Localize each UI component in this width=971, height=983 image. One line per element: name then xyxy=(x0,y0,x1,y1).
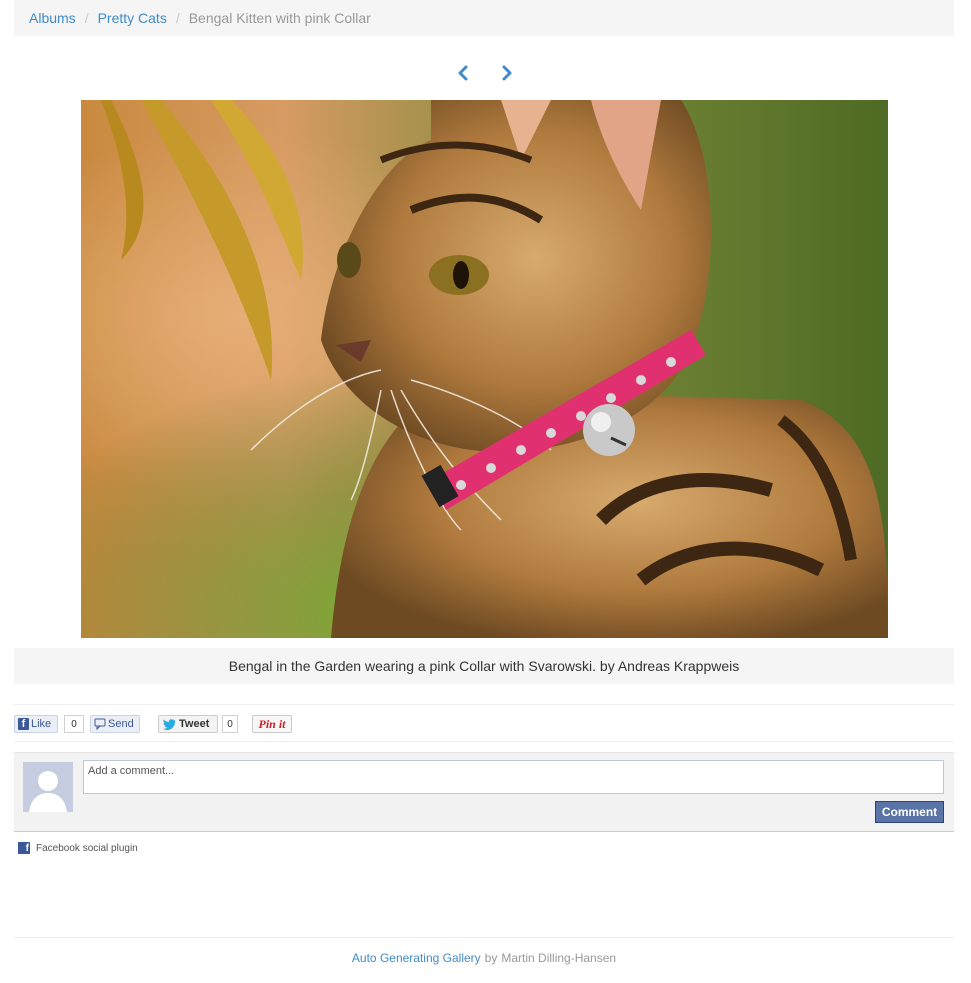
speech-bubble-icon xyxy=(94,718,106,730)
footer-author: Martin Dilling-Hansen xyxy=(501,951,617,965)
breadcrumb-separator: / xyxy=(175,10,180,26)
facebook-social-plugin: f Facebook social plugin xyxy=(18,840,138,856)
caption-text: Bengal in the Garden wearing a pink Coll… xyxy=(228,658,740,674)
footer-by: by xyxy=(484,951,498,965)
pin-it-label: Pin it xyxy=(258,716,286,731)
chevron-right-icon[interactable] xyxy=(496,64,518,84)
comments-box: Comment xyxy=(14,752,954,832)
facebook-icon: f xyxy=(18,842,30,854)
tweet-label: Tweet xyxy=(179,718,210,730)
facebook-like-count: 0 xyxy=(64,715,84,733)
facebook-send-label: Send xyxy=(108,718,134,730)
breadcrumb-albums-link[interactable]: Albums xyxy=(29,10,76,26)
facebook-icon: f xyxy=(18,718,29,730)
tweet-count: 0 xyxy=(222,715,238,733)
chevron-left-icon[interactable] xyxy=(452,64,474,84)
breadcrumb-separator: / xyxy=(84,10,89,26)
facebook-like-label: Like xyxy=(31,718,52,730)
twitter-bird-icon xyxy=(162,719,176,730)
comment-button[interactable]: Comment xyxy=(875,801,944,823)
social-share-bar: f Like 0 Send Tweet 0 Pin it xyxy=(14,704,954,742)
pin-it-button[interactable]: Pin it xyxy=(252,715,292,733)
avatar xyxy=(23,762,73,812)
breadcrumb-pretty-cats-link[interactable]: Pretty Cats xyxy=(98,10,167,26)
photo-navigation xyxy=(450,64,520,84)
bengal-kitten-photo xyxy=(81,100,888,638)
facebook-send-button[interactable]: Send xyxy=(90,715,140,733)
breadcrumb: Albums / Pretty Cats / Bengal Kitten wit… xyxy=(14,0,954,36)
footer: Auto Generating Gallery by Martin Dillin… xyxy=(14,937,954,978)
photo-caption: Bengal in the Garden wearing a pink Coll… xyxy=(14,648,954,684)
plugin-label[interactable]: Facebook social plugin xyxy=(36,843,138,854)
tweet-button[interactable]: Tweet xyxy=(158,715,218,733)
breadcrumb-current: Bengal Kitten with pink Collar xyxy=(188,10,371,26)
gallery-link[interactable]: Auto Generating Gallery xyxy=(352,951,481,965)
facebook-like-button[interactable]: f Like xyxy=(14,715,58,733)
comment-input[interactable] xyxy=(83,760,944,794)
